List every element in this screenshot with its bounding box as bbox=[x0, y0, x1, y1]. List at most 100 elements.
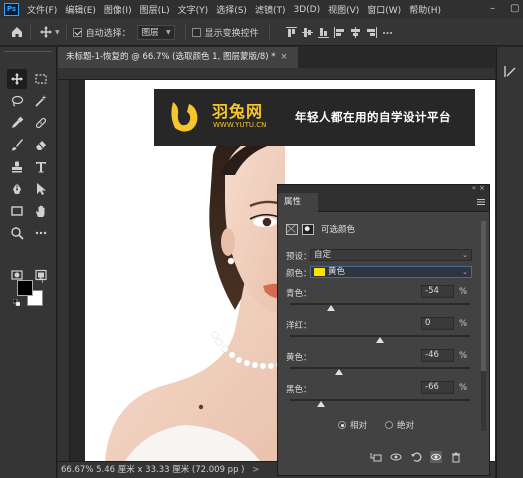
auto-select-target-dropdown[interactable]: 图层 ▼ bbox=[136, 24, 175, 40]
spot-healing-tool-icon[interactable] bbox=[31, 113, 51, 133]
chevron-down-icon: ⌄ bbox=[462, 251, 468, 259]
zoom-tool-icon[interactable] bbox=[7, 223, 27, 243]
method-relative-radio[interactable] bbox=[338, 421, 346, 429]
menu-file[interactable]: 文件(F) bbox=[27, 3, 57, 16]
auto-select-checkbox[interactable] bbox=[72, 27, 82, 37]
status-menu-arrow-icon[interactable]: > bbox=[252, 465, 259, 475]
type-tool-icon[interactable] bbox=[31, 157, 51, 177]
align-bottom-icon[interactable] bbox=[317, 27, 329, 38]
foreground-color-swatch[interactable] bbox=[17, 280, 33, 296]
close-panel-icon[interactable]: × bbox=[479, 184, 485, 192]
lasso-tool-icon[interactable] bbox=[7, 91, 27, 111]
view-previous-state-icon[interactable] bbox=[390, 451, 402, 463]
slider-magenta-input[interactable]: 0 bbox=[421, 317, 454, 330]
menu-layer[interactable]: 图层(L) bbox=[140, 3, 170, 16]
window-controls: – ▢ bbox=[488, 3, 519, 15]
home-icon[interactable] bbox=[10, 25, 24, 39]
slider-cyan-input[interactable]: -54 bbox=[421, 285, 454, 298]
ruler-horizontal bbox=[58, 68, 495, 80]
zoom-level[interactable]: 66.67% bbox=[61, 465, 93, 475]
path-selection-tool-icon[interactable] bbox=[31, 179, 51, 199]
hand-tool-icon[interactable] bbox=[31, 201, 51, 221]
slider-black-label: 黑色： bbox=[286, 385, 312, 395]
slider-yellow-track[interactable] bbox=[290, 367, 470, 369]
menu-type[interactable]: 文字(Y) bbox=[178, 3, 209, 16]
close-tab-icon[interactable]: × bbox=[281, 52, 288, 62]
move-tool-icon[interactable] bbox=[7, 69, 27, 89]
slider-black-thumb[interactable] bbox=[316, 401, 325, 407]
adjustment-layer-icon bbox=[286, 223, 298, 235]
more-tools-icon[interactable] bbox=[31, 223, 51, 243]
delete-icon[interactable] bbox=[450, 451, 462, 463]
slider-yellow-unit: % bbox=[459, 351, 468, 361]
rectangle-tool-icon[interactable] bbox=[7, 201, 27, 221]
menu-image[interactable]: 图像(I) bbox=[104, 3, 132, 16]
clone-stamp-tool-icon[interactable] bbox=[7, 157, 27, 177]
eraser-tool-icon[interactable] bbox=[31, 135, 51, 155]
maximize-icon[interactable]: ▢ bbox=[510, 3, 519, 15]
method-relative-label: 相对 bbox=[350, 421, 368, 431]
visibility-icon[interactable] bbox=[430, 451, 442, 463]
show-transform-checkbox[interactable] bbox=[191, 27, 201, 37]
brush-tool-icon[interactable] bbox=[7, 135, 27, 155]
slider-black-unit: % bbox=[459, 383, 468, 393]
colors-dropdown[interactable]: 黄色 ⌄ bbox=[310, 266, 472, 278]
collapse-panel-icon[interactable]: « bbox=[472, 184, 476, 192]
method-options: 相对 绝对 bbox=[338, 419, 414, 431]
menu-select[interactable]: 选择(S) bbox=[216, 3, 247, 16]
preset-dropdown[interactable]: 自定 ⌄ bbox=[310, 249, 472, 261]
marquee-tool-icon[interactable] bbox=[31, 69, 51, 89]
magic-wand-tool-icon[interactable] bbox=[31, 91, 51, 111]
panel-menu-icon[interactable] bbox=[477, 198, 485, 206]
slider-yellow-thumb[interactable] bbox=[334, 369, 343, 375]
divider bbox=[268, 24, 270, 40]
panel-scrollbar[interactable] bbox=[481, 221, 486, 431]
panel-title-strip[interactable]: « × bbox=[278, 184, 489, 193]
menu-window[interactable]: 窗口(W) bbox=[367, 3, 401, 16]
more-options-icon[interactable] bbox=[382, 27, 393, 38]
panel-grip[interactable] bbox=[4, 51, 52, 57]
slider-cyan-label: 青色： bbox=[286, 289, 312, 299]
tab-properties[interactable]: 属性 bbox=[278, 193, 318, 212]
reset-icon[interactable] bbox=[410, 451, 422, 463]
preset-value: 自定 bbox=[314, 250, 332, 260]
minimize-icon[interactable]: – bbox=[488, 3, 497, 15]
ruler-vertical bbox=[58, 80, 70, 461]
menu-help[interactable]: 帮助(H) bbox=[409, 3, 441, 16]
slider-yellow-input[interactable]: -46 bbox=[421, 349, 454, 362]
slider-cyan-thumb[interactable] bbox=[327, 305, 336, 311]
adjustment-header: 可选颜色 bbox=[286, 221, 355, 237]
menu-3d[interactable]: 3D(D) bbox=[293, 5, 320, 15]
method-absolute-radio[interactable] bbox=[385, 421, 394, 429]
slider-magenta-thumb[interactable] bbox=[376, 337, 384, 343]
align-left-icon[interactable] bbox=[333, 26, 345, 38]
chevron-down-icon: ▼ bbox=[166, 28, 171, 36]
pen-tool-icon[interactable] bbox=[7, 179, 27, 199]
eyedropper-tool-icon[interactable] bbox=[7, 113, 27, 133]
photoshop-logo: Ps bbox=[4, 3, 19, 16]
brand-name: 羽兔网 bbox=[212, 102, 264, 121]
slider-yellow-label: 黄色： bbox=[286, 353, 312, 363]
menu-edit[interactable]: 编辑(E) bbox=[65, 3, 96, 16]
properties-dock-icon[interactable] bbox=[503, 64, 518, 79]
align-hcenter-icon[interactable] bbox=[350, 26, 361, 38]
document-size-info: 5.46 厘米 x 33.33 厘米 (72.009 pp ) bbox=[96, 465, 245, 475]
preset-label: 预设： bbox=[286, 252, 312, 262]
default-colors-icon[interactable] bbox=[13, 299, 20, 306]
layer-mask-icon[interactable] bbox=[302, 223, 314, 235]
screen-mode-icon[interactable] bbox=[31, 265, 51, 285]
align-right-icon[interactable] bbox=[366, 26, 377, 38]
chevron-down-icon[interactable]: ▼ bbox=[55, 29, 60, 36]
auto-select-target-value: 图层 bbox=[141, 28, 159, 38]
menu-filter[interactable]: 滤镜(T) bbox=[255, 3, 286, 16]
menu-view[interactable]: 视图(V) bbox=[328, 3, 359, 16]
align-vcenter-icon[interactable] bbox=[301, 27, 313, 38]
document-tab[interactable]: 未标题-1-恢复的 @ 66.7% (选取颜色 1, 图层蒙版/8) * × bbox=[58, 47, 298, 68]
scrollbar-thumb[interactable] bbox=[481, 221, 486, 371]
slider-black-input[interactable]: -66 bbox=[421, 381, 454, 394]
align-top-icon[interactable] bbox=[285, 26, 297, 38]
slider-cyan-track[interactable] bbox=[290, 303, 470, 305]
move-tool-preset-icon[interactable] bbox=[39, 25, 53, 39]
document-tab-title: 未标题-1-恢复的 @ 66.7% (选取颜色 1, 图层蒙版/8) * bbox=[66, 52, 276, 62]
clip-to-layer-icon[interactable] bbox=[370, 451, 382, 463]
